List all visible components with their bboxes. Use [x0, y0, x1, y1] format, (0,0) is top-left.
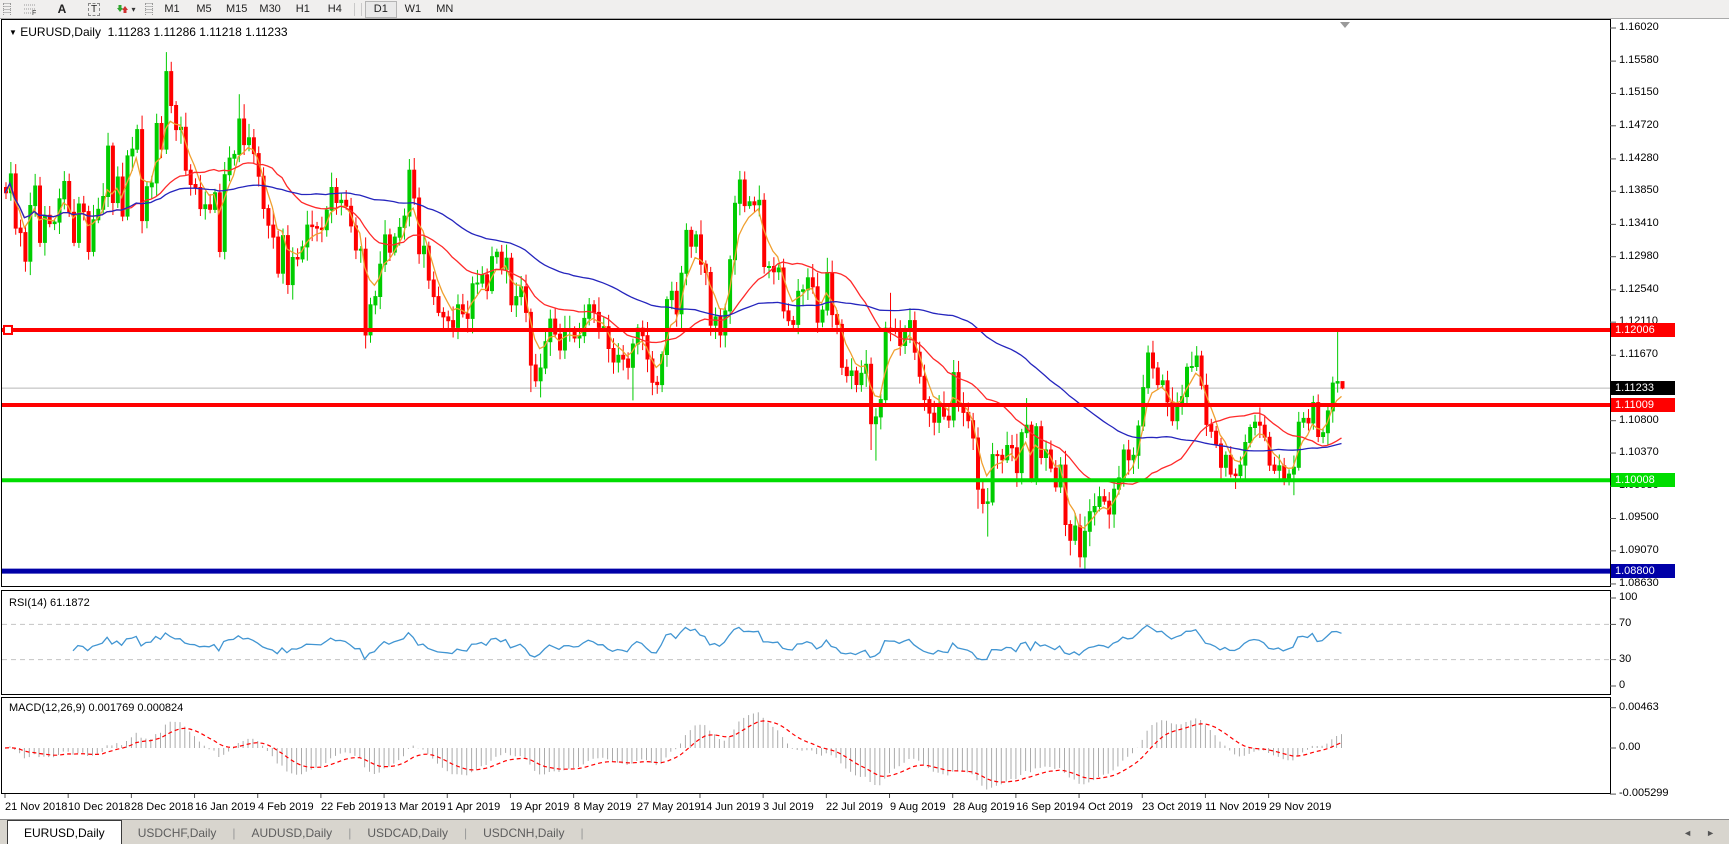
price-axis-tick: 1.09500: [1619, 511, 1659, 523]
macd-axis-tick: 0.00: [1619, 741, 1641, 753]
date-axis-label: 9 Aug 2019: [890, 801, 946, 813]
date-axis-label: 10 Dec 2018: [68, 801, 131, 813]
date-axis-label: 14 Jun 2019: [700, 801, 761, 813]
mt4-window: F A T ▾ M1 M5 M15 M30 H1 H4 D1 W1 MN ▼ EURUSD,Da…: [0, 0, 1729, 844]
price-badge: 1.08800: [1611, 564, 1675, 578]
price-axis-tick: 1.14720: [1619, 119, 1659, 131]
rsi-axis-tick: 100: [1619, 591, 1638, 603]
chart-ohlc-values: 1.11283 1.11286 1.11218 1.11233: [107, 25, 288, 39]
date-axis-label: 19 Apr 2019: [510, 801, 570, 813]
date-axis-label: 28 Dec 2018: [131, 801, 194, 813]
price-axis-tick: 1.15150: [1619, 86, 1659, 98]
date-axis-label: 8 May 2019: [574, 801, 632, 813]
price-axis-tick: 1.14280: [1619, 152, 1659, 164]
date-axis-label: 22 Feb 2019: [321, 801, 383, 813]
date-axis-label: 16 Sep 2019: [1016, 801, 1079, 813]
date-axis-label: 4 Oct 2019: [1079, 801, 1133, 813]
price-axis-tick: 1.11670: [1619, 348, 1658, 360]
price-axis-tick: 1.15580: [1619, 54, 1659, 66]
date-axis-label: 1 Apr 2019: [447, 801, 501, 813]
date-axis-label: 28 Aug 2019: [953, 801, 1015, 813]
date-axis-label: 16 Jan 2019: [195, 801, 256, 813]
macd-axis-tick: -0.005299: [1619, 787, 1669, 799]
date-axis-label: 23 Oct 2019: [1142, 801, 1202, 813]
price-axis-tick: 1.16020: [1619, 21, 1659, 33]
rsi-axis-tick: 0: [1619, 679, 1626, 691]
price-badge: 1.11009: [1611, 398, 1675, 412]
price-badge: 1.12006: [1611, 323, 1675, 337]
price-badge: 1.10008: [1611, 473, 1675, 487]
price-axis-tick: 1.09070: [1619, 544, 1659, 556]
chart-shift-marker-icon[interactable]: [1340, 22, 1350, 28]
date-axis-label: 22 Jul 2019: [826, 801, 883, 813]
date-axis-label: 11 Nov 2019: [1205, 801, 1267, 813]
chart-title: ▼ EURUSD,Daily 1.11283 1.11286 1.11218 1…: [9, 25, 288, 39]
date-axis-label: 21 Nov 2018: [5, 801, 68, 813]
rsi-axis-tick: 30: [1619, 653, 1632, 665]
chart-canvas[interactable]: [0, 0, 1729, 844]
collapse-triangle-icon[interactable]: ▼: [9, 28, 17, 37]
date-axis-label: 27 May 2019: [637, 801, 701, 813]
price-axis-tick: 1.10370: [1619, 446, 1659, 458]
chart-symbol-label: EURUSD,Daily: [20, 25, 101, 39]
rsi-panel-label: RSI(14) 61.1872: [9, 597, 90, 609]
date-axis-label: 4 Feb 2019: [258, 801, 314, 813]
price-axis-tick: 1.13410: [1619, 217, 1659, 229]
price-axis-tick: 1.12980: [1619, 250, 1659, 262]
price-axis-tick: 1.12540: [1619, 283, 1659, 295]
price-axis-tick: 1.13850: [1619, 184, 1659, 196]
macd-axis-tick: 0.00463: [1619, 701, 1659, 713]
price-badge: 1.11233: [1611, 381, 1675, 395]
rsi-axis-tick: 70: [1619, 617, 1632, 629]
price-axis-tick: 1.10800: [1619, 414, 1659, 426]
price-axis-tick: 1.08630: [1619, 577, 1659, 589]
date-axis-label: 13 Mar 2019: [384, 801, 446, 813]
macd-panel-label: MACD(12,26,9) 0.001769 0.000824: [9, 702, 184, 714]
date-axis-label: 3 Jul 2019: [763, 801, 814, 813]
date-axis-label: 29 Nov 2019: [1269, 801, 1332, 813]
